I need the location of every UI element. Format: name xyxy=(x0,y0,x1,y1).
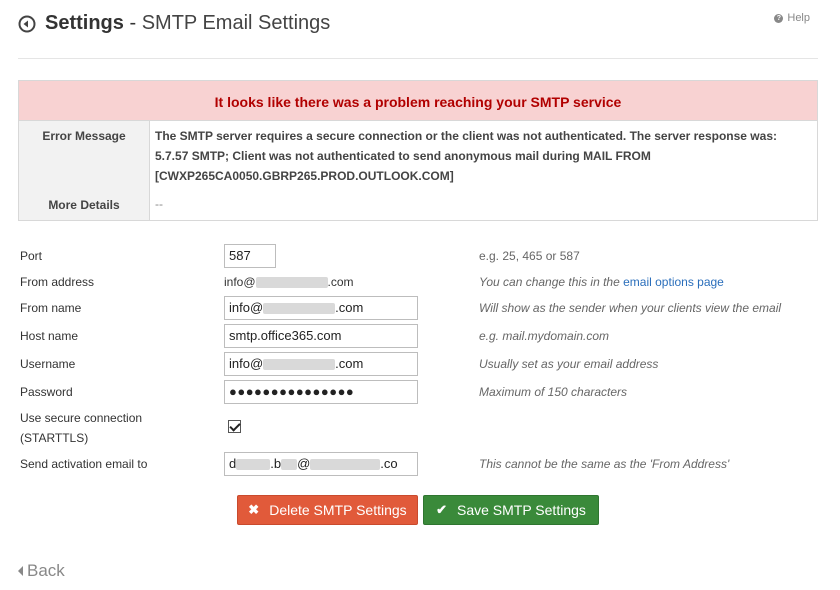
port-input[interactable]: 587 xyxy=(224,244,276,268)
username-input[interactable]: info@ .com xyxy=(224,352,418,376)
error-message-text: The SMTP server requires a secure connec… xyxy=(155,129,777,183)
check-icon: ✔ xyxy=(436,502,447,517)
from-name-label: From name xyxy=(20,301,82,315)
from-address-value: info@ .com xyxy=(224,275,354,289)
activation-email-label: Send activation email to xyxy=(20,457,148,471)
from-address-hint-text: You can change this in the xyxy=(479,275,620,289)
port-hint: e.g. 25, 465 or 587 xyxy=(479,249,580,263)
starttls-label: (STARTTLS) xyxy=(20,431,89,445)
caret-left-icon xyxy=(18,566,23,576)
username-hint: Usually set as your email address xyxy=(479,357,659,371)
from-name-prefix: info@ xyxy=(229,300,264,315)
password-label: Password xyxy=(20,385,73,399)
from-name-input[interactable]: info@ .com xyxy=(224,296,418,320)
host-name-input[interactable]: smtp.office365.com xyxy=(224,324,418,348)
back-link[interactable]: Back xyxy=(18,561,65,581)
host-name-label: Host name xyxy=(20,329,79,343)
activation-email-hint: This cannot be the same as the 'From Add… xyxy=(479,457,730,471)
activation-email-input[interactable]: d .b @ .co xyxy=(224,452,418,476)
redacted-block xyxy=(263,303,336,315)
username-label: Username xyxy=(20,357,76,371)
error-heading: It looks like there was a problem reachi… xyxy=(19,81,817,121)
back-circle-icon[interactable] xyxy=(18,15,36,33)
secure-connection-checkbox[interactable] xyxy=(228,420,241,433)
back-label: Back xyxy=(27,561,65,580)
more-details-value: -- xyxy=(155,197,163,211)
page-title: Settings - SMTP Email Settings xyxy=(45,12,330,35)
activation-part3: @ xyxy=(297,456,311,471)
error-panel: It looks like there was a problem reachi… xyxy=(18,80,818,221)
from-name-suffix: .com xyxy=(335,300,364,315)
title-separator: - xyxy=(123,12,142,34)
password-hint: Maximum of 150 characters xyxy=(479,385,628,399)
username-prefix: info@ xyxy=(229,356,264,371)
delete-smtp-button[interactable]: ✖ Delete SMTP Settings xyxy=(237,495,418,525)
header-divider xyxy=(18,58,818,59)
help-link[interactable]: ? Help xyxy=(774,12,810,24)
username-suffix: .com xyxy=(335,356,364,371)
error-message-label: Error Message xyxy=(19,121,150,191)
from-address-label: From address xyxy=(20,275,95,289)
from-address-prefix: info@ xyxy=(224,275,256,289)
more-details-label: More Details xyxy=(19,191,150,220)
error-message-row: Error Message The SMTP server requires a… xyxy=(19,121,817,191)
save-smtp-button[interactable]: ✔ Save SMTP Settings xyxy=(423,495,599,525)
password-input[interactable]: ●●●●●●●●●●●●●●● xyxy=(224,380,418,404)
activation-part2: .b xyxy=(270,456,282,471)
host-name-hint: e.g. mail.mydomain.com xyxy=(479,329,610,343)
help-icon: ? xyxy=(774,13,784,23)
redacted-block xyxy=(310,459,381,471)
port-label: Port xyxy=(20,249,43,263)
activation-part4: .co xyxy=(380,456,398,471)
close-icon: ✖ xyxy=(248,502,260,517)
help-label: Help xyxy=(787,12,810,24)
activation-part1: d xyxy=(229,456,237,471)
from-address-hint: You can change this in the email options… xyxy=(479,275,724,289)
redacted-block xyxy=(255,277,328,289)
redacted-block xyxy=(263,359,336,371)
save-smtp-label: Save SMTP Settings xyxy=(456,502,586,518)
title-sub: SMTP Email Settings xyxy=(141,12,331,34)
error-details-row: More Details -- xyxy=(19,191,817,220)
email-options-link[interactable]: email options page xyxy=(623,275,724,289)
from-name-hint: Will show as the sender when your client… xyxy=(479,301,782,315)
redacted-block xyxy=(236,459,271,471)
delete-smtp-label: Delete SMTP Settings xyxy=(269,502,407,518)
secure-connection-label: Use secure connection xyxy=(20,411,143,425)
from-address-suffix: .com xyxy=(327,275,354,289)
title-main: Settings xyxy=(45,12,124,34)
page-header: Settings - SMTP Email Settings ? Help xyxy=(18,10,820,40)
redacted-block xyxy=(281,459,298,471)
